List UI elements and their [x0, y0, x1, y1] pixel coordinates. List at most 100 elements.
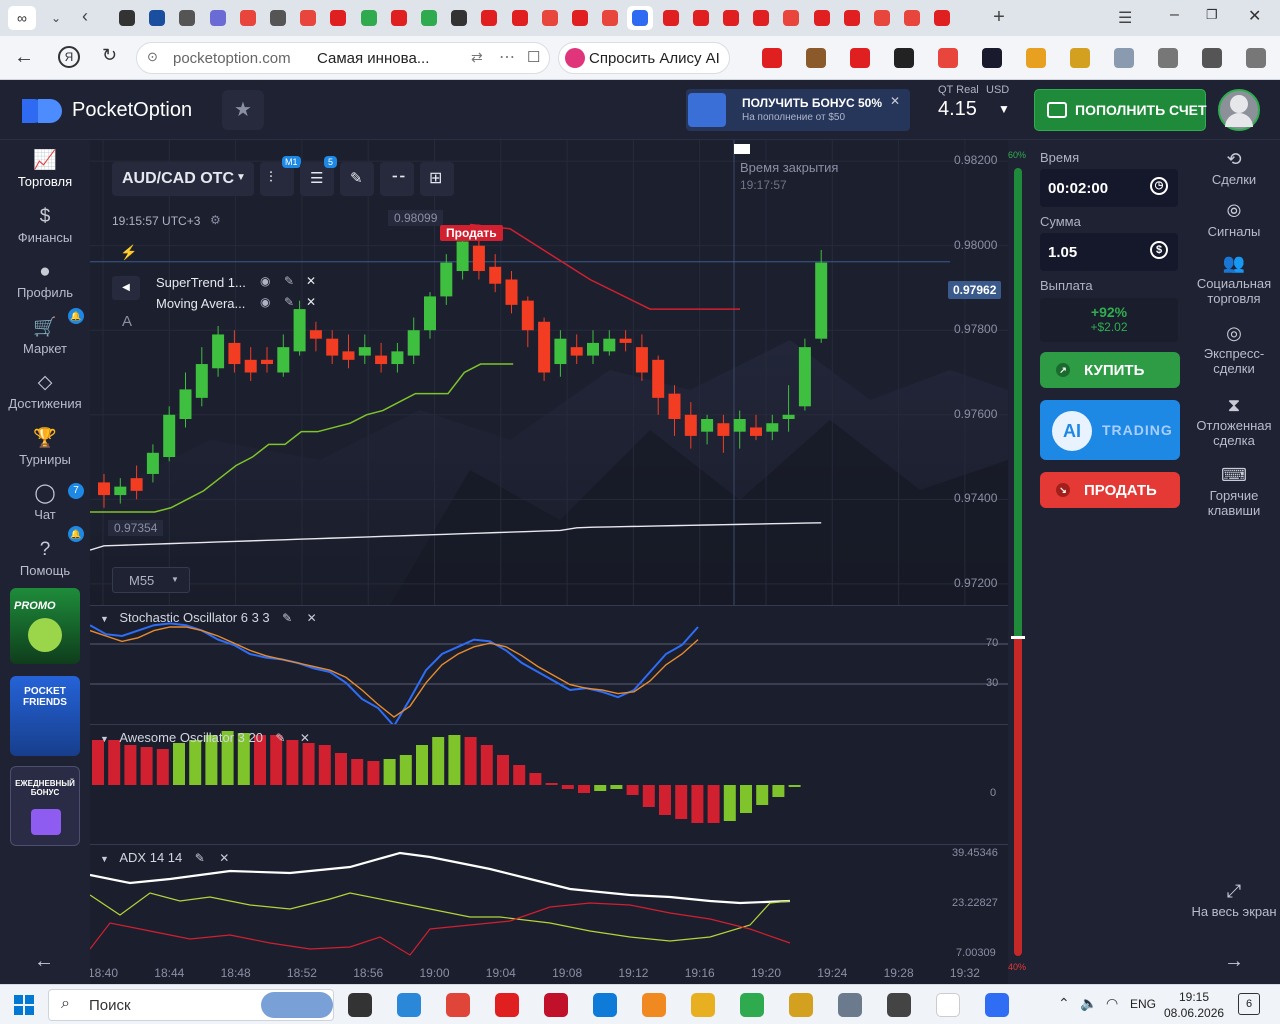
clock[interactable]: 19:15 08.06.2026 [1164, 989, 1224, 1021]
daily-bonus-tile[interactable]: ЕЖЕДНЕВНЫЙ БОНУС [10, 766, 80, 846]
browser-tab[interactable] [748, 6, 774, 30]
taskbar-app-icon[interactable] [838, 993, 862, 1017]
remove-icon[interactable]: ✕ [300, 731, 310, 745]
rnav-item-hourglass[interactable]: ⧗ Отложенная сделка [1188, 394, 1280, 448]
eye-icon[interactable]: ◉ [260, 274, 270, 288]
new-tab-button[interactable]: + [988, 6, 1010, 28]
nav-item-chart[interactable]: 📈 Торговля [0, 148, 90, 200]
extension-icon[interactable] [894, 48, 914, 68]
browser-tab[interactable] [205, 6, 231, 30]
wifi-icon[interactable]: ◠ [1106, 995, 1118, 1012]
extension-icon[interactable] [1026, 48, 1046, 68]
nav-item-dollar[interactable]: $ Финансы [0, 204, 90, 256]
account-selector[interactable]: QT Real USD 4.15 ▼ [930, 80, 1022, 138]
time-settings-icon[interactable]: ⚙ [210, 213, 221, 227]
line-tool-button[interactable]: ⁃⁃ [380, 162, 414, 196]
taskbar-app-icon[interactable] [495, 993, 519, 1017]
browser-tab[interactable] [809, 6, 835, 30]
browser-tab[interactable] [688, 6, 714, 30]
browser-tab[interactable] [416, 6, 442, 30]
volume-icon[interactable]: 🔈 [1080, 995, 1097, 1012]
browser-tab[interactable] [144, 6, 170, 30]
close-window-icon[interactable]: ✕ [1248, 6, 1261, 26]
taskbar-app-icon[interactable] [740, 993, 764, 1017]
rnav-item-people[interactable]: 👥 Социальная торговля [1188, 252, 1280, 306]
remove-icon[interactable]: ✕ [306, 295, 316, 309]
nav-item-trophy[interactable]: 🏆 Турниры [0, 426, 90, 478]
drawing-tools-button[interactable]: ✎ [340, 162, 374, 196]
sell-button[interactable]: ↘ ПРОДАТЬ [1040, 472, 1180, 508]
tab-list-icon[interactable]: ⌄ [44, 6, 68, 30]
yandex-icon[interactable]: Я [58, 46, 80, 68]
alice-button[interactable]: Спросить Алису AI [558, 42, 730, 74]
collapse-indicators-button[interactable]: ◀ [112, 276, 140, 300]
address-field[interactable]: ⊙ pocketoption.com Самая инновa... ⇄ ⋯ ☐ [136, 42, 550, 74]
extension-icon[interactable] [982, 48, 1002, 68]
quick-action-icon[interactable]: ⚡ [120, 244, 137, 261]
browser-tab[interactable] [265, 6, 291, 30]
rnav-item-signal[interactable]: ⦾ Сигналы [1188, 200, 1280, 239]
extension-icon[interactable] [1158, 48, 1178, 68]
minimize-icon[interactable]: – [1170, 6, 1179, 24]
taskbar-app-icon[interactable] [789, 993, 813, 1017]
browser-tab[interactable] [325, 6, 351, 30]
taskbar-app-icon[interactable] [397, 993, 421, 1017]
browser-tab[interactable] [235, 6, 261, 30]
taskbar-app-icon[interactable] [348, 993, 372, 1017]
taskbar-app-icon[interactable] [691, 993, 715, 1017]
taskbar-app-icon[interactable] [544, 993, 568, 1017]
deposit-button[interactable]: ПОПОЛНИТЬ СЧЕТ [1034, 89, 1207, 131]
browser-tab[interactable] [507, 6, 533, 30]
text-tool-icon[interactable]: A [122, 313, 132, 330]
bookmarks-icon[interactable]: ☰ [1118, 8, 1132, 28]
browser-tab[interactable] [174, 6, 200, 30]
taskbar-app-icon[interactable] [642, 993, 666, 1017]
taskbar-app-icon[interactable] [887, 993, 911, 1017]
extension-icon[interactable] [938, 48, 958, 68]
tray-chevron-icon[interactable]: ⌃ [1058, 995, 1070, 1012]
browser-tab[interactable] [899, 6, 925, 30]
browser-tab[interactable] [718, 6, 744, 30]
tab-menu-icon[interactable]: ∞ [8, 6, 36, 30]
chart-area[interactable]: AUD/CAD OTC ▼ ⫶ M1 ☰ 5 ✎ ⁃⁃ ⊞ 19:15:57 U… [90, 140, 1008, 984]
bonus-close-icon[interactable]: ✕ [890, 94, 900, 108]
indicators-button[interactable]: ☰ 5 [300, 156, 338, 196]
avatar[interactable] [1218, 89, 1260, 131]
browser-tab[interactable] [114, 6, 140, 30]
browser-tab[interactable] [778, 6, 804, 30]
browser-tab[interactable] [446, 6, 472, 30]
bonus-banner[interactable]: ПОЛУЧИТЬ БОНУС 50% На пополнение от $50 … [686, 89, 910, 131]
clock-icon[interactable]: ◷ [1150, 177, 1168, 195]
collapse-sidebar-icon[interactable]: ← [34, 950, 54, 973]
taskbar-app-icon[interactable] [985, 993, 1009, 1017]
browser-tab[interactable] [476, 6, 502, 30]
brand-logo[interactable]: PocketOption [20, 95, 210, 127]
asset-selector[interactable]: AUD/CAD OTC ▼ [112, 162, 254, 196]
extension-icon[interactable] [1114, 48, 1134, 68]
taskbar-app-icon[interactable] [446, 993, 470, 1017]
time-input[interactable]: 00:02:00 ◷ [1040, 169, 1178, 207]
browser-tab[interactable] [929, 6, 955, 30]
nav-item-user[interactable]: ● Профиль [0, 259, 90, 311]
remove-icon[interactable]: ✕ [306, 274, 316, 288]
timeframe-select[interactable]: M55 ▼ [112, 567, 190, 593]
browser-tab[interactable] [627, 6, 654, 30]
tabs-scroll-left-icon[interactable]: ‹ [82, 6, 88, 27]
extension-icon[interactable] [850, 48, 870, 68]
extension-icon[interactable] [806, 48, 826, 68]
layout-button[interactable]: ⊞ [420, 162, 454, 196]
extension-icon[interactable] [1246, 48, 1266, 68]
rnav-item-keyboard[interactable]: ⌨ Горячие клавиши [1188, 464, 1280, 518]
edit-icon[interactable]: ✎ [284, 274, 294, 288]
search-box[interactable]: ⌕ Поиск [48, 989, 334, 1021]
edit-icon[interactable]: ✎ [284, 295, 294, 309]
amount-input[interactable]: 1.05 $ [1040, 233, 1178, 271]
expand-panel-icon[interactable]: → [1224, 950, 1244, 973]
language-indicator[interactable]: ENG [1130, 997, 1156, 1011]
extension-icon[interactable] [762, 48, 782, 68]
eye-icon[interactable]: ◉ [260, 295, 270, 309]
extension-icon[interactable] [1070, 48, 1090, 68]
nav-item-diamond[interactable]: ◇ Достижения [0, 370, 90, 422]
browser-tab[interactable] [597, 6, 623, 30]
nav-item-help[interactable]: ? Помощь [0, 537, 90, 589]
